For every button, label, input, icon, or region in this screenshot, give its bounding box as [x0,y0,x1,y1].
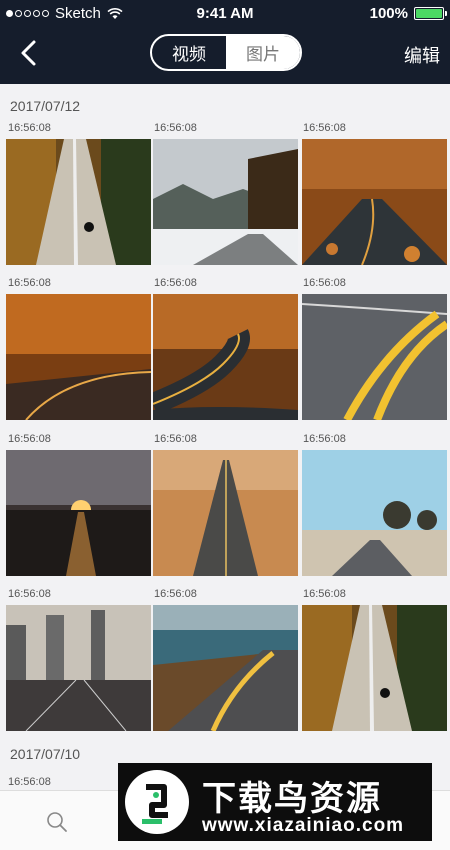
photo-time: 16:56:08 [154,588,197,600]
photo-thumbnail[interactable] [6,294,151,420]
photo-thumbnail[interactable] [153,294,298,420]
watermark-title: 下载鸟资源 [202,780,382,818]
nav-header: Sketch 9:41 AM 100% 视频 图片 编辑 [0,0,450,84]
photo-thumbnail[interactable] [302,139,447,265]
status-bar: Sketch 9:41 AM 100% [0,0,450,28]
photo-thumbnail[interactable] [6,605,151,731]
photo-time: 16:56:08 [8,776,51,788]
photo-time: 16:56:08 [303,433,346,445]
battery-percent: 100% [369,5,408,22]
photo-time: 16:56:08 [303,277,346,289]
watermark-url: www.xiazainiao.com [202,815,405,836]
chevron-left-icon [21,40,36,66]
date-header: 2017/07/12 [10,98,81,114]
bird-logo-icon [125,770,189,834]
photo-time: 16:56:08 [154,277,197,289]
photo-time: 16:56:08 [8,433,51,445]
status-right: 100% [369,5,447,22]
photo-time: 16:56:08 [8,277,51,289]
photo-thumbnail[interactable] [153,450,298,576]
tab-photos[interactable]: 图片 [226,36,300,69]
date-header: 2017/07/10 [10,746,81,762]
photo-time: 16:56:08 [154,122,197,134]
photo-time: 16:56:08 [303,122,346,134]
photo-time: 16:56:08 [303,588,346,600]
media-type-toggle: 视频 图片 [150,34,302,71]
photo-thumbnail[interactable] [153,139,298,265]
edit-button[interactable]: 编辑 [404,42,440,68]
media-grid: 2017/07/12 16:56:08 16:56:08 16:56:08 16… [0,84,450,790]
watermark-banner: 下载鸟资源 www.xiazainiao.com [118,763,432,841]
photo-time: 16:56:08 [8,122,51,134]
photo-thumbnail[interactable] [302,605,447,731]
photo-thumbnail[interactable] [6,450,151,576]
photo-time: 16:56:08 [8,588,51,600]
photo-thumbnail[interactable] [302,294,447,420]
photo-thumbnail[interactable] [6,139,151,265]
back-button[interactable] [14,38,44,68]
photo-thumbnail[interactable] [302,450,447,576]
photo-time: 16:56:08 [154,433,197,445]
photo-thumbnail[interactable] [153,605,298,731]
tab-video[interactable]: 视频 [152,36,226,69]
search-button[interactable] [46,811,68,833]
battery-icon [414,7,447,20]
search-icon [47,812,67,832]
